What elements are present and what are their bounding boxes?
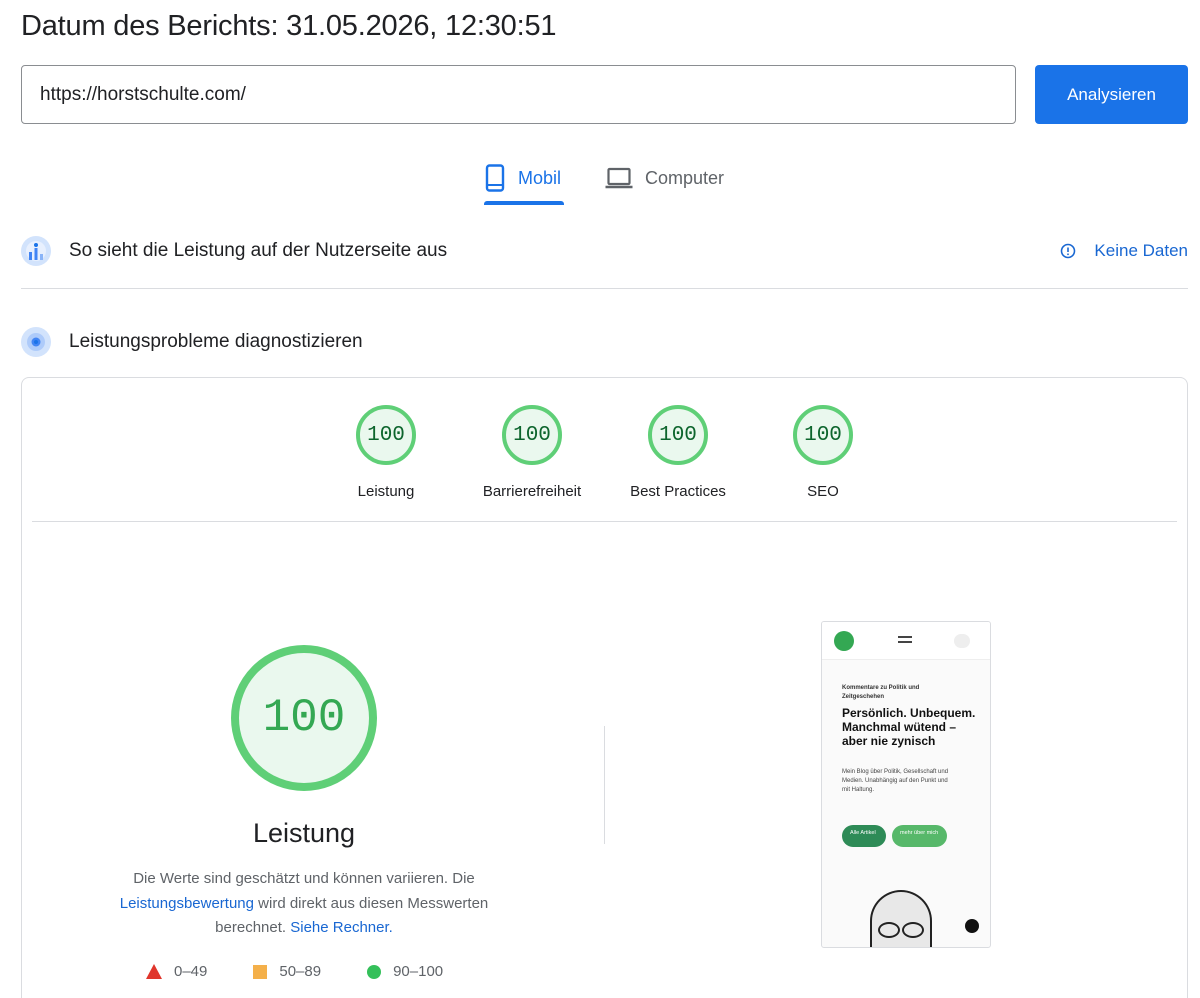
info-icon xyxy=(1061,243,1076,259)
field-data-title: So sieht die Leistung auf der Nutzerseit… xyxy=(69,240,448,261)
device-tabs: Mobil Computer xyxy=(0,150,1200,210)
scoring-link[interactable]: Leistungsbewertung xyxy=(120,895,254,912)
lab-data-icon xyxy=(21,327,51,357)
gauge-seo-score: 100 xyxy=(793,405,853,465)
legend-fail-range: 0–49 xyxy=(174,963,208,980)
legend-pass-range: 90–100 xyxy=(393,963,444,980)
desc-text-1: Die Werte sind geschätzt und können vari… xyxy=(133,870,475,887)
gauge-accessibility[interactable]: 100 Barrierefreiheit xyxy=(462,405,602,500)
preview-kicker: Kommentare zu Politik und Zeitgeschehen xyxy=(842,685,920,700)
square-icon xyxy=(253,964,268,979)
preview-menu-icon xyxy=(898,636,912,643)
gauge-divider xyxy=(32,521,1177,522)
preview-portrait-image xyxy=(870,890,932,947)
gauge-seo-label: SEO xyxy=(807,483,839,500)
analyze-button[interactable]: Analysieren xyxy=(1035,65,1188,124)
calculator-link[interactable]: Siehe Rechner. xyxy=(290,919,393,936)
gauge-performance[interactable]: 100 Leistung xyxy=(316,405,456,500)
no-data-label: Keine Daten xyxy=(1094,241,1188,260)
no-data-link[interactable]: Keine Daten xyxy=(1060,228,1188,274)
score-legend: 0–49 50–89 90–100 xyxy=(146,963,489,980)
preview-header xyxy=(822,622,990,660)
circle-icon xyxy=(367,964,382,979)
legend-fail: 0–49 xyxy=(146,963,207,980)
legend-pass: 90–100 xyxy=(367,963,443,980)
legend-average: 50–89 xyxy=(253,963,321,980)
gauge-best-practices-score: 100 xyxy=(648,405,708,465)
gauge-accessibility-label: Barrierefreiheit xyxy=(482,483,582,500)
field-data-section: So sieht die Leistung auf der Nutzerseit… xyxy=(21,228,1188,274)
gauge-performance-score: 100 xyxy=(356,405,416,465)
preview-body: Mein Blog über Politik, Gesellschaft und… xyxy=(842,769,949,793)
lab-data-title: Leistungsprobleme diagnostizieren xyxy=(69,331,363,352)
performance-title: Leistung xyxy=(252,818,356,848)
report-date: Datum des Berichts: 31.05.2026, 12:30:51 xyxy=(21,10,557,42)
legend-average-range: 50–89 xyxy=(279,963,322,980)
gauge-performance-label: Leistung xyxy=(357,483,415,500)
preview-button-articles: Alle Artikel xyxy=(842,825,886,847)
tab-mobile-label: Mobil xyxy=(518,167,562,188)
vertical-divider xyxy=(604,726,605,844)
lighthouse-report-card: 100 Leistung 100 Barrierefreiheit 100 Be… xyxy=(21,377,1188,998)
gauge-accessibility-score: 100 xyxy=(502,405,562,465)
gauge-best-practices[interactable]: 100 Best Practices xyxy=(608,405,748,500)
tab-mobile[interactable]: Mobil xyxy=(484,150,564,206)
gauge-best-practices-label: Best Practices xyxy=(630,483,726,500)
laptop-icon xyxy=(605,167,633,189)
tab-selected-indicator xyxy=(484,201,564,205)
url-input[interactable] xyxy=(21,65,1016,124)
performance-score-gauge: 100 xyxy=(231,645,377,791)
preview-button-about: mehr über mich xyxy=(892,825,947,847)
tab-computer[interactable]: Computer xyxy=(605,150,735,206)
final-screenshot-preview[interactable]: Kommentare zu Politik und Zeitgeschehen … xyxy=(821,621,991,948)
preview-search-icon xyxy=(954,634,970,648)
field-data-icon xyxy=(21,236,51,266)
preview-fab-icon xyxy=(965,919,979,933)
preview-logo-icon xyxy=(834,631,854,651)
gauge-seo[interactable]: 100 SEO xyxy=(753,405,893,500)
triangle-icon xyxy=(146,964,162,979)
performance-description: Die Werte sind geschätzt und können vari… xyxy=(104,867,504,941)
preview-headline: Persönlich. Unbequem. Manchmal wütend – … xyxy=(842,706,976,748)
tab-computer-label: Computer xyxy=(645,167,725,188)
smartphone-icon xyxy=(485,164,505,192)
section-divider xyxy=(21,288,1188,289)
lab-data-section: Leistungsprobleme diagnostizieren xyxy=(21,320,1188,364)
